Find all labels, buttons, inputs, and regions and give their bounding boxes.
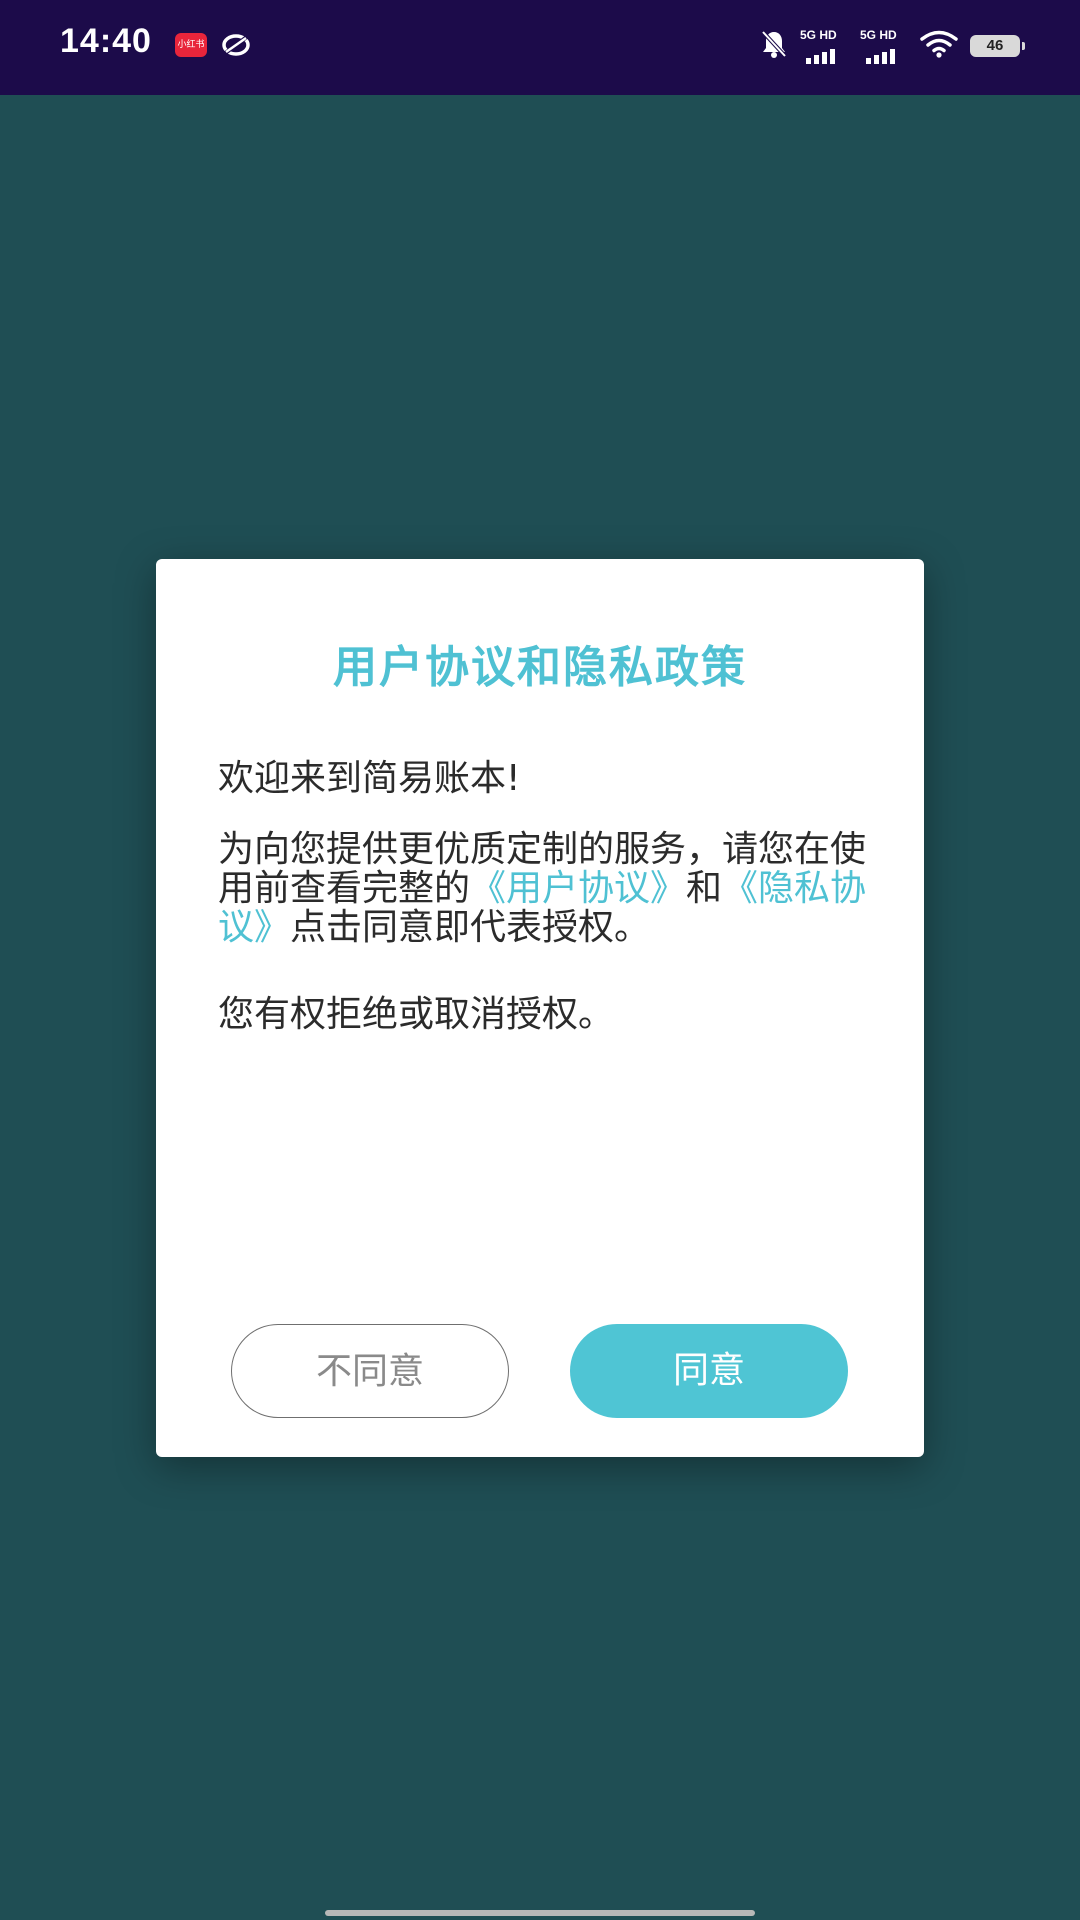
disagree-button[interactable]: 不同意 bbox=[231, 1324, 509, 1418]
user-agreement-link[interactable]: 《用户协议》 bbox=[470, 868, 686, 909]
rights-text: 您有权拒绝或取消授权。 bbox=[218, 994, 615, 1035]
dialog-title: 用户协议和隐私政策 bbox=[333, 642, 747, 693]
signal-2-label: 5G HD bbox=[860, 28, 897, 42]
home-indicator[interactable] bbox=[325, 1910, 755, 1916]
terms-text-part2: 和 bbox=[686, 868, 723, 909]
status-icons: 5G HD 5G HD 46 bbox=[760, 26, 1025, 66]
ring-icon bbox=[220, 30, 252, 60]
status-time: 14:40 bbox=[60, 22, 152, 60]
privacy-dialog: 用户协议和隐私政策 欢迎来到简易账本! 为向您提供更优质定制的服务，请您在使用前… bbox=[156, 559, 924, 1457]
cell-signal-1-icon: 5G HD bbox=[800, 28, 848, 64]
dialog-body: 欢迎来到简易账本! 为向您提供更优质定制的服务，请您在使用前查看完整的《用户协议… bbox=[218, 759, 878, 1034]
terms-paragraph: 为向您提供更优质定制的服务，请您在使用前查看完整的《用户协议》和《隐私协议》点击… bbox=[218, 830, 878, 947]
cell-signal-2-icon: 5G HD bbox=[860, 28, 908, 64]
terms-text-part3: 点击同意即代表授权。 bbox=[290, 907, 651, 948]
mute-bell-icon bbox=[760, 29, 788, 63]
agree-button[interactable]: 同意 bbox=[570, 1324, 848, 1418]
signal-1-label: 5G HD bbox=[800, 28, 837, 42]
status-bar: 14:40 小红书 5G HD 5G HD 46 bbox=[0, 0, 1080, 95]
welcome-text: 欢迎来到简易账本! bbox=[218, 758, 521, 799]
battery-icon: 46 bbox=[970, 35, 1025, 57]
wifi-icon bbox=[920, 30, 958, 62]
xiaohongshu-icon: 小红书 bbox=[175, 33, 207, 57]
